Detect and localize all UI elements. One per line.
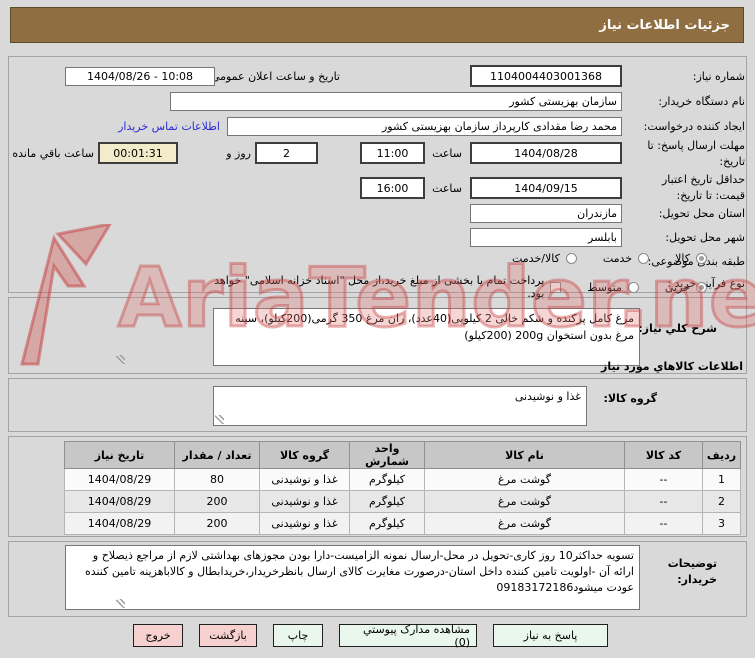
radio-icon[interactable] (638, 253, 650, 264)
price-validity-hour-field[interactable]: 16:00 (360, 177, 425, 199)
purchase-process-options: جزیی متوسط پرداخت تمام یا بخشی از مبلغ خر… (199, 274, 707, 300)
goods-table-header-cell: گروه کالا (259, 441, 350, 469)
goods-table-cell: گوشت مرغ (424, 512, 625, 535)
treasury-payment-option[interactable]: پرداخت تمام یا بخشی از مبلغ خرید،از محل … (199, 274, 562, 300)
page-title: جزئیات اطلاعات نیاز (599, 17, 730, 33)
price-validity-label: حداقل تاریخ اعتبار قیمت: تا تاریخ: (661, 173, 745, 202)
goods-table-cell: 2 (702, 490, 741, 513)
goods-table-header-cell: واحد شمارش (349, 441, 425, 469)
radio-icon[interactable] (565, 253, 577, 264)
reply-deadline-label: مهلت ارسال پاسخ: تا تاریخ: (647, 139, 745, 168)
goods-table-header-row: ردیف کد کالا نام کالا واحد شمارش گروه کالا تع… (64, 441, 741, 469)
radio-option-label: خدمت (602, 252, 633, 265)
buyer-org-label: نام دستگاه خریدار: (658, 95, 745, 108)
radio-option[interactable]: کالا/خدمت (512, 252, 577, 265)
announce-datetime-field[interactable]: 1404/08/26 - 10:08 (65, 67, 215, 86)
creator-label: ایجاد کننده درخواست: (643, 120, 745, 133)
goods-table-row: 1 -- گوشت مرغ کیلوگرم غذا و نوشیدنی 80 1404/08… (64, 468, 741, 491)
goods-table-cell: کیلوگرم (349, 490, 425, 513)
countdown-days-label: روز و (226, 147, 251, 160)
goods-table-cell: غذا و نوشیدنی (259, 512, 350, 535)
delivery-city-field[interactable]: بابلسر (470, 228, 622, 247)
goods-table-cell: کیلوگرم (349, 468, 425, 491)
buyer-notes-textarea[interactable]: تسویه حداکثر10 روز کاری-تحویل در محل-ارس… (65, 545, 640, 610)
delivery-province-field[interactable]: مازندران (470, 204, 622, 223)
resize-grip-icon[interactable] (116, 355, 125, 364)
need-details-window: جزئیات اطلاعات نیاز شماره نیاز: 11040044… (0, 0, 755, 658)
delivery-province-label: استان محل تحویل: (658, 207, 745, 220)
delivery-city-label: شهر محل تحویل: (665, 231, 745, 244)
radio-icon[interactable] (696, 253, 707, 264)
goods-group-textarea[interactable]: غذا و نوشیدنی (213, 386, 587, 426)
goods-table-row: 2 -- گوشت مرغ کیلوگرم غذا و نوشیدنی 200 1404/0… (64, 490, 741, 513)
need-number-label: شماره نیاز: (692, 70, 745, 83)
goods-table-cell: 200 (174, 512, 260, 535)
goods-table-header-cell: تاریخ نیاز (64, 441, 175, 469)
radio-icon[interactable] (627, 281, 639, 293)
radio-option-label: جزیی (664, 280, 690, 294)
goods-info-header: اطلاعات کالاهاي مورد نیاز (601, 360, 743, 373)
announce-datetime-label: تاریخ و ساعت اعلان عمومی: (207, 70, 340, 83)
goods-table-cell: 1 (702, 468, 741, 491)
goods-table-row: 3 -- گوشت مرغ کیلوگرم غذا و نوشیدنی 200 1404/0… (64, 512, 741, 535)
radio-option[interactable]: جزیی (665, 281, 707, 294)
goods-table-header-cell: کد کالا (624, 441, 703, 469)
goods-table-cell: 1404/08/29 (64, 490, 175, 513)
need-number-field[interactable]: 1104004403001368 (470, 65, 622, 87)
countdown-days-field: 2 (255, 142, 318, 164)
goods-table-cell: 3 (702, 512, 741, 535)
need-description-textarea[interactable]: مرغ کامل پرکنده و شکم خالی 2 کیلویی(40عد… (213, 308, 640, 366)
action-button-row: پاسخ به نیاز مشاهده مدارک پیوستي (0) چاپ… (133, 623, 608, 649)
subject-classification-options: کالا خدمت کالا/خدمت (512, 252, 707, 265)
goods-table-cell: غذا و نوشیدنی (259, 468, 350, 491)
exit-button[interactable]: خروج (133, 624, 183, 647)
goods-table-cell: 1404/08/29 (64, 468, 175, 491)
treasury-payment-checkbox[interactable] (550, 281, 562, 293)
resize-grip-icon[interactable] (116, 599, 125, 608)
goods-table-cell: گوشت مرغ (424, 468, 625, 491)
radio-option[interactable]: خدمت (602, 252, 650, 265)
radio-icon[interactable] (696, 281, 707, 293)
goods-table-cell: -- (624, 490, 703, 513)
window-title-bar: جزئیات اطلاعات نیاز (10, 7, 744, 43)
goods-table-cell: -- (624, 468, 703, 491)
goods-table-cell: 200 (174, 490, 260, 513)
goods-table-cell: گوشت مرغ (424, 490, 625, 513)
buyer-org-field[interactable]: سازمان بهزیستی کشور (170, 92, 622, 111)
countdown-time-field: 00:01:31 (98, 142, 178, 164)
goods-table-cell: غذا و نوشیدنی (259, 490, 350, 513)
reply-deadline-hour-label: ساعت (432, 147, 462, 160)
print-button[interactable]: چاپ (273, 624, 323, 647)
price-validity-hour-label: ساعت (432, 182, 462, 195)
buyer-notes-label: توضیحات خریدار: (667, 557, 717, 586)
goods-group-label: گروه کالا: (603, 392, 657, 405)
buyer-contact-link[interactable]: اطلاعات تماس خریدار (118, 120, 220, 133)
view-attached-docs-button[interactable]: مشاهده مدارک پیوستي (0) (339, 623, 477, 649)
radio-option-label: کالا/خدمت (512, 252, 560, 265)
need-description-label: شرح کلي نیاز: (638, 322, 717, 335)
goods-table-cell: کیلوگرم (349, 512, 425, 535)
reply-deadline-hour-field[interactable]: 11:00 (360, 142, 425, 164)
goods-table-cell: 80 (174, 468, 260, 491)
goods-table-cell: 1404/08/29 (64, 512, 175, 535)
price-validity-date-field[interactable]: 1404/09/15 (470, 177, 622, 199)
goods-table-header-cell: تعداد / مقدار (174, 441, 260, 469)
goods-table-header-cell: نام کالا (424, 441, 625, 469)
back-button[interactable]: بازگشت (199, 624, 257, 647)
radio-option[interactable]: متوسط (587, 281, 639, 294)
goods-table-cell: -- (624, 512, 703, 535)
reply-to-need-button[interactable]: پاسخ به نیاز (493, 624, 608, 647)
treasury-payment-checkbox-label: پرداخت تمام یا بخشی از مبلغ خرید،از محل … (214, 274, 545, 300)
radio-option[interactable]: کالا (675, 252, 707, 265)
goods-table-header-cell: ردیف (702, 441, 741, 469)
radio-option-label: متوسط (587, 280, 622, 294)
creator-field[interactable]: محمد رضا مقدادی کارپرداز سازمان بهزیستی … (227, 117, 622, 136)
resize-grip-icon[interactable] (215, 415, 224, 424)
reply-deadline-date-field[interactable]: 1404/08/28 (470, 142, 622, 164)
goods-table: ردیف کد کالا نام کالا واحد شمارش گروه کالا تع… (64, 441, 741, 535)
radio-option-label: کالا (675, 252, 690, 265)
countdown-remaining-label: ساعت باقي مانده (12, 147, 94, 160)
